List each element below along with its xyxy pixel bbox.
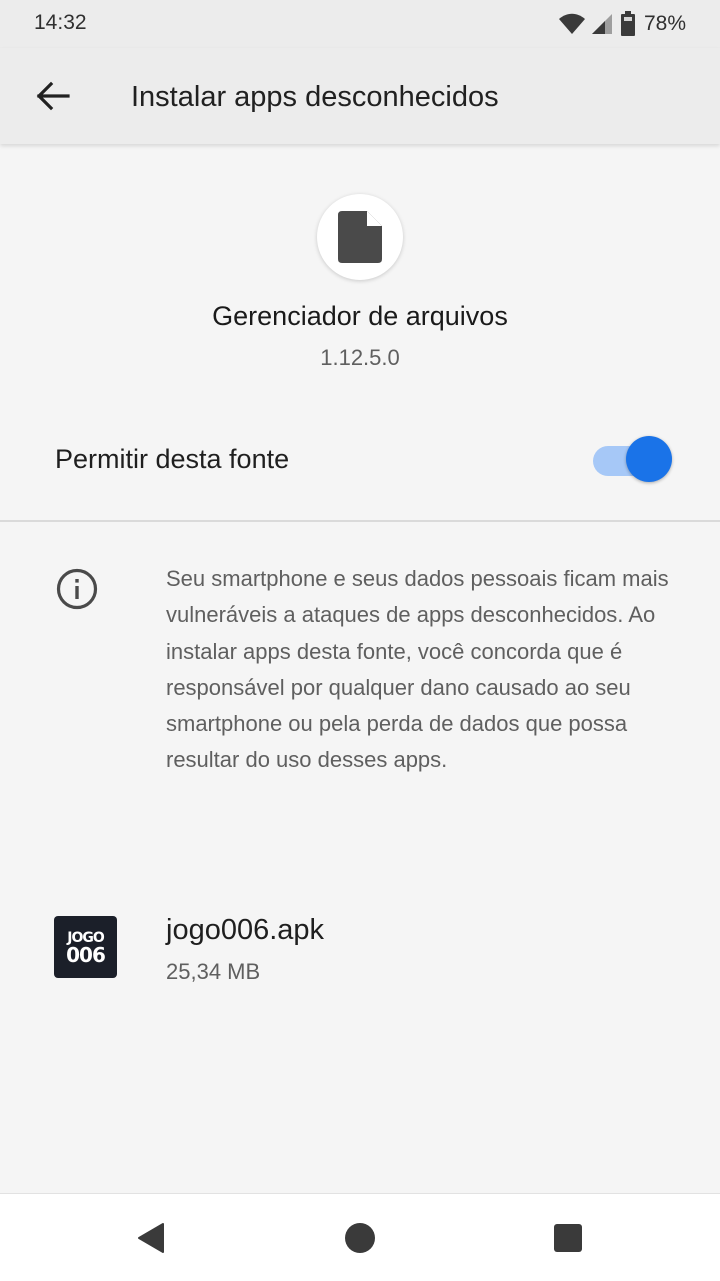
file-name: jogo006.apk	[166, 914, 325, 946]
allow-source-label: Permitir desta fonte	[55, 444, 290, 474]
nav-home-button[interactable]	[336, 1214, 384, 1262]
app-bar: Instalar apps desconhecidos	[0, 48, 720, 144]
file-icon	[338, 211, 382, 263]
allow-source-switch-thumb[interactable]	[626, 436, 672, 482]
status-time: 14:32	[34, 11, 87, 34]
wifi-icon	[558, 13, 585, 34]
nav-recents-button[interactable]	[544, 1214, 592, 1262]
allow-source-setting[interactable]: Permitir desta fonte	[0, 404, 720, 516]
navigation-bar	[0, 1193, 720, 1281]
battery-percentage: 78%	[643, 12, 686, 35]
warning-text: Seu smartphone e seus dados pessoais fic…	[166, 566, 669, 773]
app-version: 1.12.5.0	[320, 345, 400, 370]
status-icons: 78%	[558, 10, 686, 38]
arrow-back-icon	[36, 81, 70, 111]
divider	[0, 520, 720, 522]
app-icon	[317, 194, 403, 280]
page-title: Instalar apps desconhecidos	[131, 81, 499, 113]
back-button[interactable]	[28, 72, 78, 120]
status-bar: 14:32 78%	[0, 0, 720, 48]
app-name: Gerenciador de arquivos	[212, 301, 508, 331]
nav-home-icon	[345, 1223, 375, 1253]
cell-signal-icon	[591, 14, 612, 34]
nav-back-icon	[138, 1223, 164, 1253]
apk-icon: JOGO 006	[54, 916, 117, 978]
apk-file-item[interactable]: JOGO 006 jogo006.apk 25,34 MB	[0, 896, 720, 1000]
file-size: 25,34 MB	[166, 959, 261, 984]
info-icon	[56, 568, 98, 610]
apk-icon-text-bottom: 006	[66, 943, 106, 967]
nav-recents-icon	[554, 1224, 582, 1252]
nav-back-button[interactable]	[127, 1214, 175, 1262]
battery-icon	[620, 11, 635, 36]
